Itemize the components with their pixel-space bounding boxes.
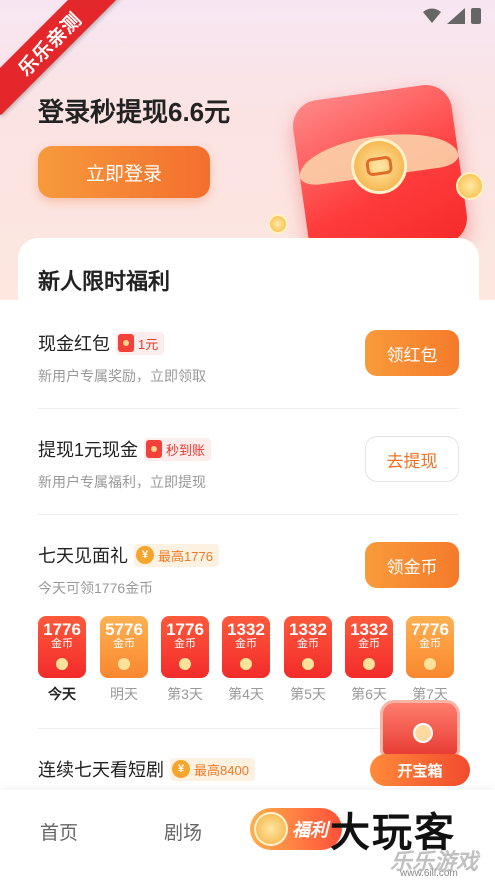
task-name: 提现1元现金 xyxy=(38,440,139,460)
wifi-icon xyxy=(423,8,441,23)
withdraw-button[interactable]: 去提现 xyxy=(365,436,459,482)
day-reward-7[interactable]: 7776 金币 第7天 xyxy=(406,616,454,706)
task-badge: 秒到账 xyxy=(144,437,212,461)
seven-day-rewards: 1776 金币 今天 5776 金币 明天 1776 金币 第3天 1332 金币 第4… xyxy=(38,616,459,706)
day-reward-6[interactable]: 1332 金币 第6天 xyxy=(345,616,393,706)
login-button[interactable]: 立即登录 xyxy=(38,146,210,198)
task-seven-day-gift: 七天见面礼 ¥ 最高1776 今天可领1776金币 领金币 xyxy=(38,542,459,602)
task-name: 七天见面礼 xyxy=(38,546,128,566)
coin-icon xyxy=(456,172,484,200)
watermark: 大玩客 乐乐游戏 www.6ill.com xyxy=(330,811,479,879)
task-name: 连续七天看短剧 xyxy=(38,760,164,780)
tab-welfare[interactable]: 福利 xyxy=(250,808,342,850)
day-reward-3[interactable]: 1776 金币 第3天 xyxy=(161,616,209,706)
task-desc: 今天可领1776金币 xyxy=(38,580,154,596)
coin-icon: ¥ xyxy=(172,760,190,778)
task-name: 现金红包 xyxy=(38,334,110,354)
task-badge: ¥ 最高8400 xyxy=(170,757,255,781)
red-packet-icon xyxy=(118,334,134,352)
task-badge: 1元 xyxy=(116,331,165,355)
card-title: 新人限时福利 xyxy=(38,269,171,294)
claim-coins-button[interactable]: 领金币 xyxy=(365,542,459,588)
battery-icon xyxy=(471,8,481,24)
tab-theater[interactable]: 剧场 xyxy=(164,818,202,845)
coin-icon xyxy=(268,214,288,234)
treasure-label[interactable]: 开宝箱 xyxy=(370,754,470,786)
divider xyxy=(38,514,459,515)
treasure-chest-icon xyxy=(380,700,460,758)
red-envelope-illustration xyxy=(289,81,471,263)
welfare-icon xyxy=(254,812,288,846)
day-reward-1[interactable]: 1776 金币 今天 xyxy=(38,616,86,706)
treasure-chest-button[interactable]: 开宝箱 xyxy=(370,700,470,790)
coin-icon: ¥ xyxy=(136,546,154,564)
task-badge: ¥ 最高1776 xyxy=(134,543,219,567)
claim-redpacket-button[interactable]: 领红包 xyxy=(365,330,459,376)
task-desc: 新用户专属福利，立即提现 xyxy=(38,474,206,490)
day-reward-2[interactable]: 5776 金币 明天 xyxy=(100,616,148,706)
divider xyxy=(38,408,459,409)
task-withdraw: 提现1元现金 秒到账 新用户专属福利，立即提现 去提现 xyxy=(38,436,459,496)
day-reward-4[interactable]: 1332 金币 第4天 xyxy=(222,616,270,706)
signal-icon xyxy=(447,8,465,24)
tab-home[interactable]: 首页 xyxy=(40,818,78,845)
task-cash-redpacket: 现金红包 1元 新用户专属奖励，立即领取 领红包 xyxy=(38,330,459,390)
red-packet-icon xyxy=(146,440,163,458)
task-desc: 新用户专属奖励，立即领取 xyxy=(38,368,206,384)
day-reward-5[interactable]: 1332 金币 第5天 xyxy=(284,616,332,706)
hero-title: 登录秒提现6.6元 xyxy=(38,97,231,127)
